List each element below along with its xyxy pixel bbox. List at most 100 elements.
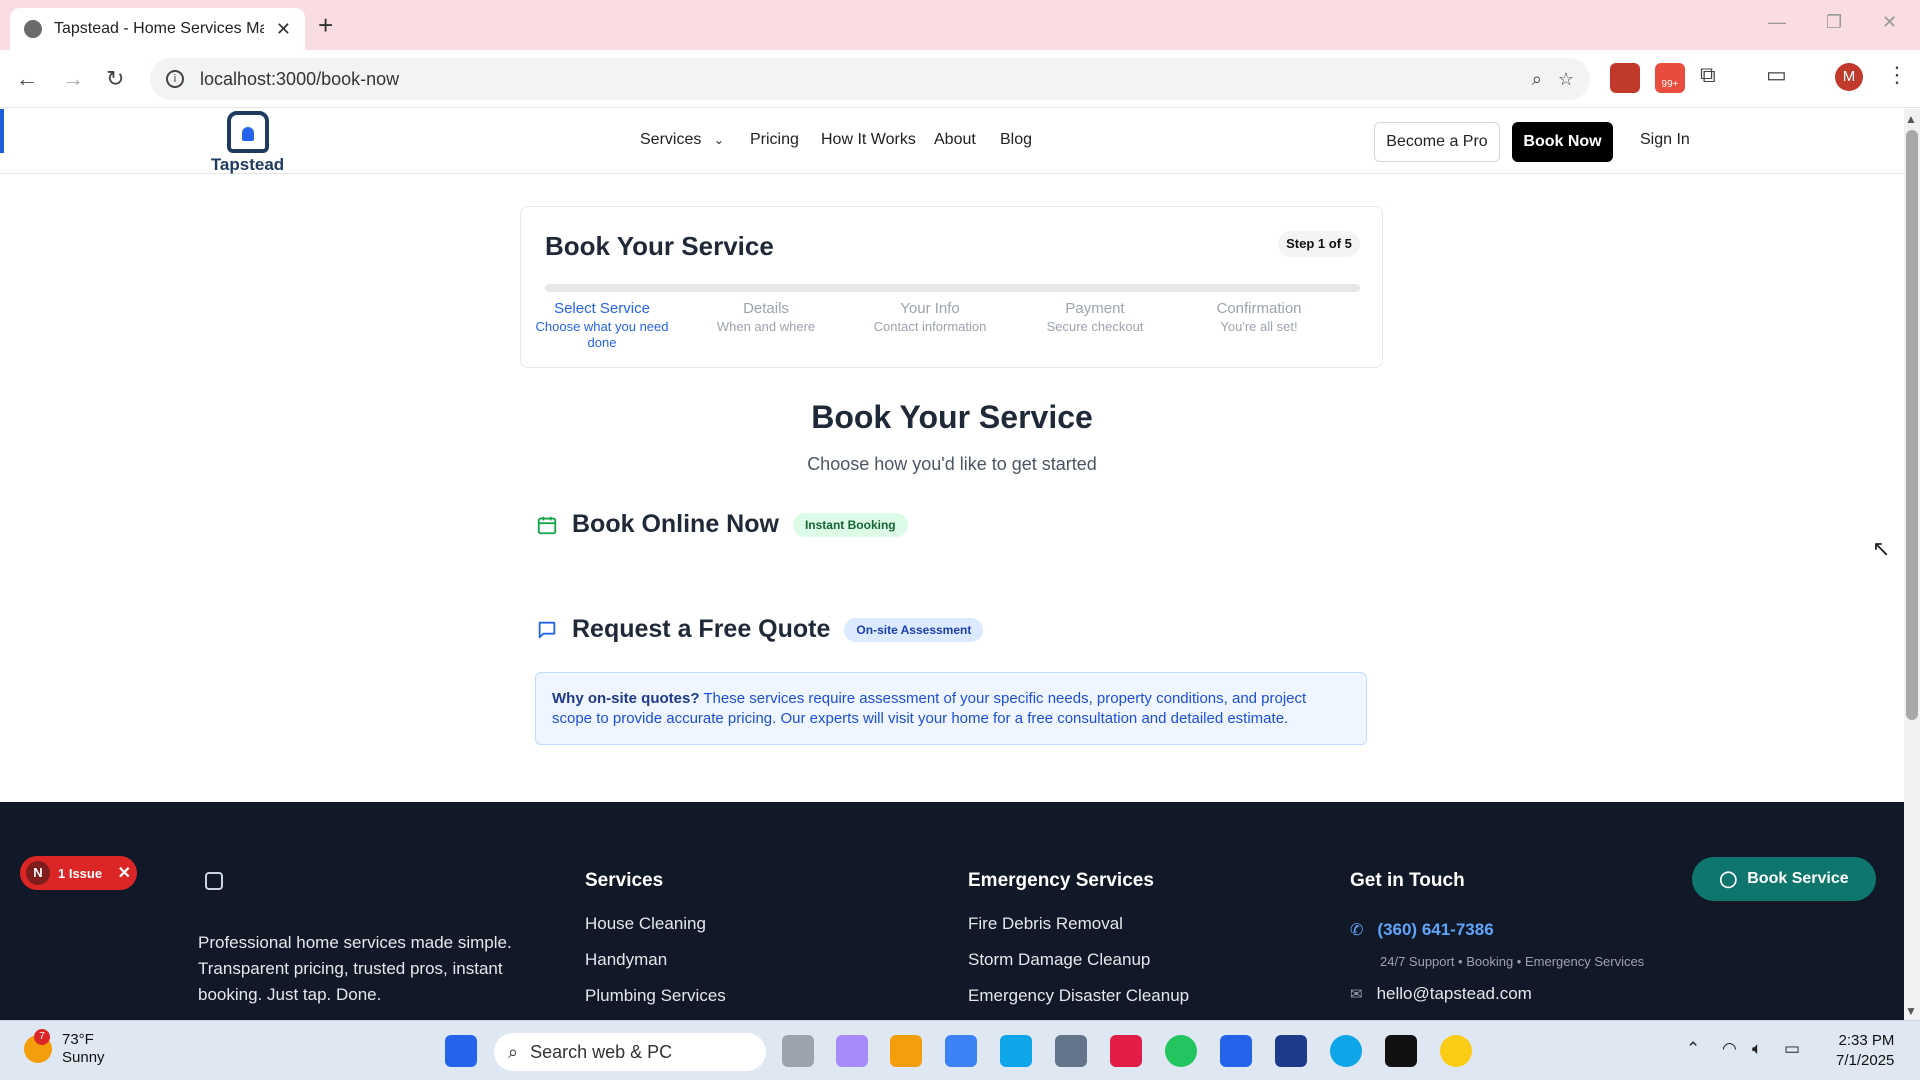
dev-issue-badge[interactable]: N 1 Issue ✕	[20, 856, 137, 890]
step-sub: Secure checkout	[1046, 319, 1144, 334]
nav-services-label: Services	[640, 131, 702, 148]
request-quote-option[interactable]: Request a Free Quote On-site Assessment	[536, 615, 984, 644]
weather-widget[interactable]: 7 73°F Sunny	[24, 1029, 105, 1067]
footer-link[interactable]: Plumbing Services	[585, 986, 726, 1020]
footer-link[interactable]: Storm Damage Cleanup	[968, 950, 1189, 986]
logo-text: Tapstead	[210, 155, 285, 174]
sign-in-link[interactable]: Sign In	[1640, 131, 1690, 149]
footer-link[interactable]: House Cleaning	[585, 914, 726, 950]
stepper-title: Book Your Service	[545, 231, 774, 261]
docker-icon[interactable]	[1330, 1035, 1362, 1067]
nav-services[interactable]: Services ⌄	[640, 131, 724, 149]
page-viewport: Tapstead Services ⌄ Pricing How It Works…	[0, 109, 1904, 1020]
new-tab-icon[interactable]: +	[318, 10, 333, 41]
step-select-service: Select Service Choose what you need done	[527, 300, 677, 351]
menu-kebab-icon[interactable]: ⋮	[1886, 62, 1908, 88]
footer-phone[interactable]: (360) 641-7386	[1377, 920, 1493, 940]
step-sub: You're all set!	[1220, 319, 1298, 334]
extension-badge-icon[interactable]: 99+	[1655, 63, 1685, 93]
tray-chevron-icon[interactable]: ⌃	[1686, 1039, 1700, 1059]
chat-icon: ◯	[1719, 871, 1738, 888]
close-window-icon[interactable]: ✕	[1882, 12, 1897, 33]
battery-icon[interactable]: ▭	[1784, 1039, 1800, 1059]
scrollbar-thumb[interactable]	[1906, 130, 1918, 720]
taskbar-search[interactable]: ⌕ Search web & PC	[494, 1033, 766, 1071]
nav-pricing[interactable]: Pricing	[750, 131, 799, 149]
slack-icon[interactable]	[1110, 1035, 1142, 1067]
restore-icon[interactable]: ❐	[1826, 12, 1842, 33]
step-sub: Choose what you need done	[535, 319, 669, 350]
become-pro-button[interactable]: Become a Pro	[1374, 122, 1500, 162]
wifi-icon[interactable]: ◠	[1722, 1039, 1737, 1059]
site-footer: Professional home services made simple. …	[0, 802, 1904, 1020]
step-label: Select Service	[554, 300, 650, 317]
copilot-icon[interactable]	[836, 1035, 868, 1067]
tab-search-icon[interactable]: ▭	[1766, 62, 1787, 88]
notepad-icon[interactable]	[1220, 1035, 1252, 1067]
next-logo-icon: N	[26, 861, 50, 885]
site-info-icon[interactable]: i	[166, 70, 184, 88]
footer-link[interactable]: Fire Debris Removal	[968, 914, 1189, 950]
extension-icon[interactable]	[1610, 63, 1640, 93]
windows-start-icon[interactable]	[445, 1035, 477, 1067]
nav-blog[interactable]: Blog	[1000, 131, 1032, 149]
help-icon[interactable]	[1000, 1035, 1032, 1067]
back-icon[interactable]: ←	[16, 66, 38, 92]
task-view-icon[interactable]	[782, 1035, 814, 1067]
weather-temp: 73°F	[62, 1031, 94, 1048]
phone-icon: ✆	[1350, 922, 1364, 939]
browser-tab[interactable]: Tapstead - Home Services Made Simple ✕	[10, 8, 305, 50]
footer-link[interactable]: Handyman	[585, 950, 726, 986]
canary-icon[interactable]	[1440, 1035, 1472, 1067]
page-subtitle: Choose how you'd like to get started	[807, 454, 1097, 474]
onsite-quote-info: Why on-site quotes? These services requi…	[535, 672, 1367, 745]
minimize-icon[interactable]: —	[1768, 12, 1786, 33]
bookmark-star-icon[interactable]: ☆	[1558, 69, 1574, 90]
reload-icon[interactable]: ↻	[106, 66, 124, 92]
footer-logo-icon	[205, 872, 223, 890]
cursor-app-icon[interactable]	[1385, 1035, 1417, 1067]
chrome-icon[interactable]	[1165, 1035, 1197, 1067]
browser-titlebar: Tapstead - Home Services Made Simple ✕ +…	[0, 0, 1920, 50]
close-tab-icon[interactable]: ✕	[276, 19, 291, 40]
close-icon[interactable]: ✕	[118, 863, 131, 883]
scroll-up-icon[interactable]: ▲	[1905, 112, 1917, 126]
store-icon[interactable]	[945, 1035, 977, 1067]
footer-link[interactable]: Emergency Disaster Cleanup	[968, 986, 1189, 1020]
step-label: Payment	[1065, 300, 1125, 317]
extensions-puzzle-icon[interactable]: ⧉	[1700, 62, 1716, 88]
calendar-icon	[537, 516, 557, 534]
zoom-icon[interactable]: ⌕	[1532, 69, 1542, 90]
book-now-button[interactable]: Book Now	[1512, 122, 1613, 162]
nav-how-it-works[interactable]: How It Works	[821, 131, 916, 149]
book-online-title: Book Online Now	[572, 510, 779, 538]
step-details: Details When and where	[691, 300, 841, 335]
volume-icon[interactable]: 🔈︎	[1752, 1039, 1762, 1059]
profile-avatar[interactable]: M	[1835, 63, 1863, 91]
chevron-down-icon: ⌄	[713, 133, 724, 147]
forward-icon[interactable]: →	[62, 66, 84, 92]
file-explorer-icon[interactable]	[890, 1035, 922, 1067]
address-bar[interactable]: i localhost:3000/book-now ⌕ ☆	[150, 58, 1590, 100]
scroll-down-icon[interactable]: ▼	[1905, 1004, 1917, 1018]
system-clock[interactable]: 2:33 PM 7/1/2025	[1836, 1031, 1894, 1071]
step-sub: Contact information	[873, 319, 987, 334]
focus-indicator	[0, 109, 4, 153]
request-quote-title: Request a Free Quote	[572, 615, 831, 643]
page-title: Book Your Service	[811, 399, 1093, 435]
app-icon[interactable]	[1275, 1035, 1307, 1067]
tab-title: Tapstead - Home Services Made Simple	[54, 20, 264, 37]
book-online-option[interactable]: Book Online Now Instant Booking	[536, 510, 908, 539]
url-text: localhost:3000/book-now	[200, 68, 400, 89]
step-payment: Payment Secure checkout	[1020, 300, 1170, 335]
site-logo[interactable]: Tapstead	[210, 111, 285, 175]
footer-email[interactable]: hello@tapstead.com	[1377, 984, 1532, 1004]
nav-about[interactable]: About	[934, 131, 976, 149]
book-service-fab[interactable]: ◯ Book Service	[1692, 857, 1876, 901]
calculator-icon[interactable]	[1055, 1035, 1087, 1067]
issue-label: 1 Issue	[58, 865, 103, 881]
clock-date: 7/1/2025	[1836, 1052, 1895, 1069]
onsite-assessment-badge: On-site Assessment	[844, 617, 984, 642]
info-bold: Why on-site quotes?	[552, 690, 700, 707]
step-label: Your Info	[900, 300, 960, 317]
